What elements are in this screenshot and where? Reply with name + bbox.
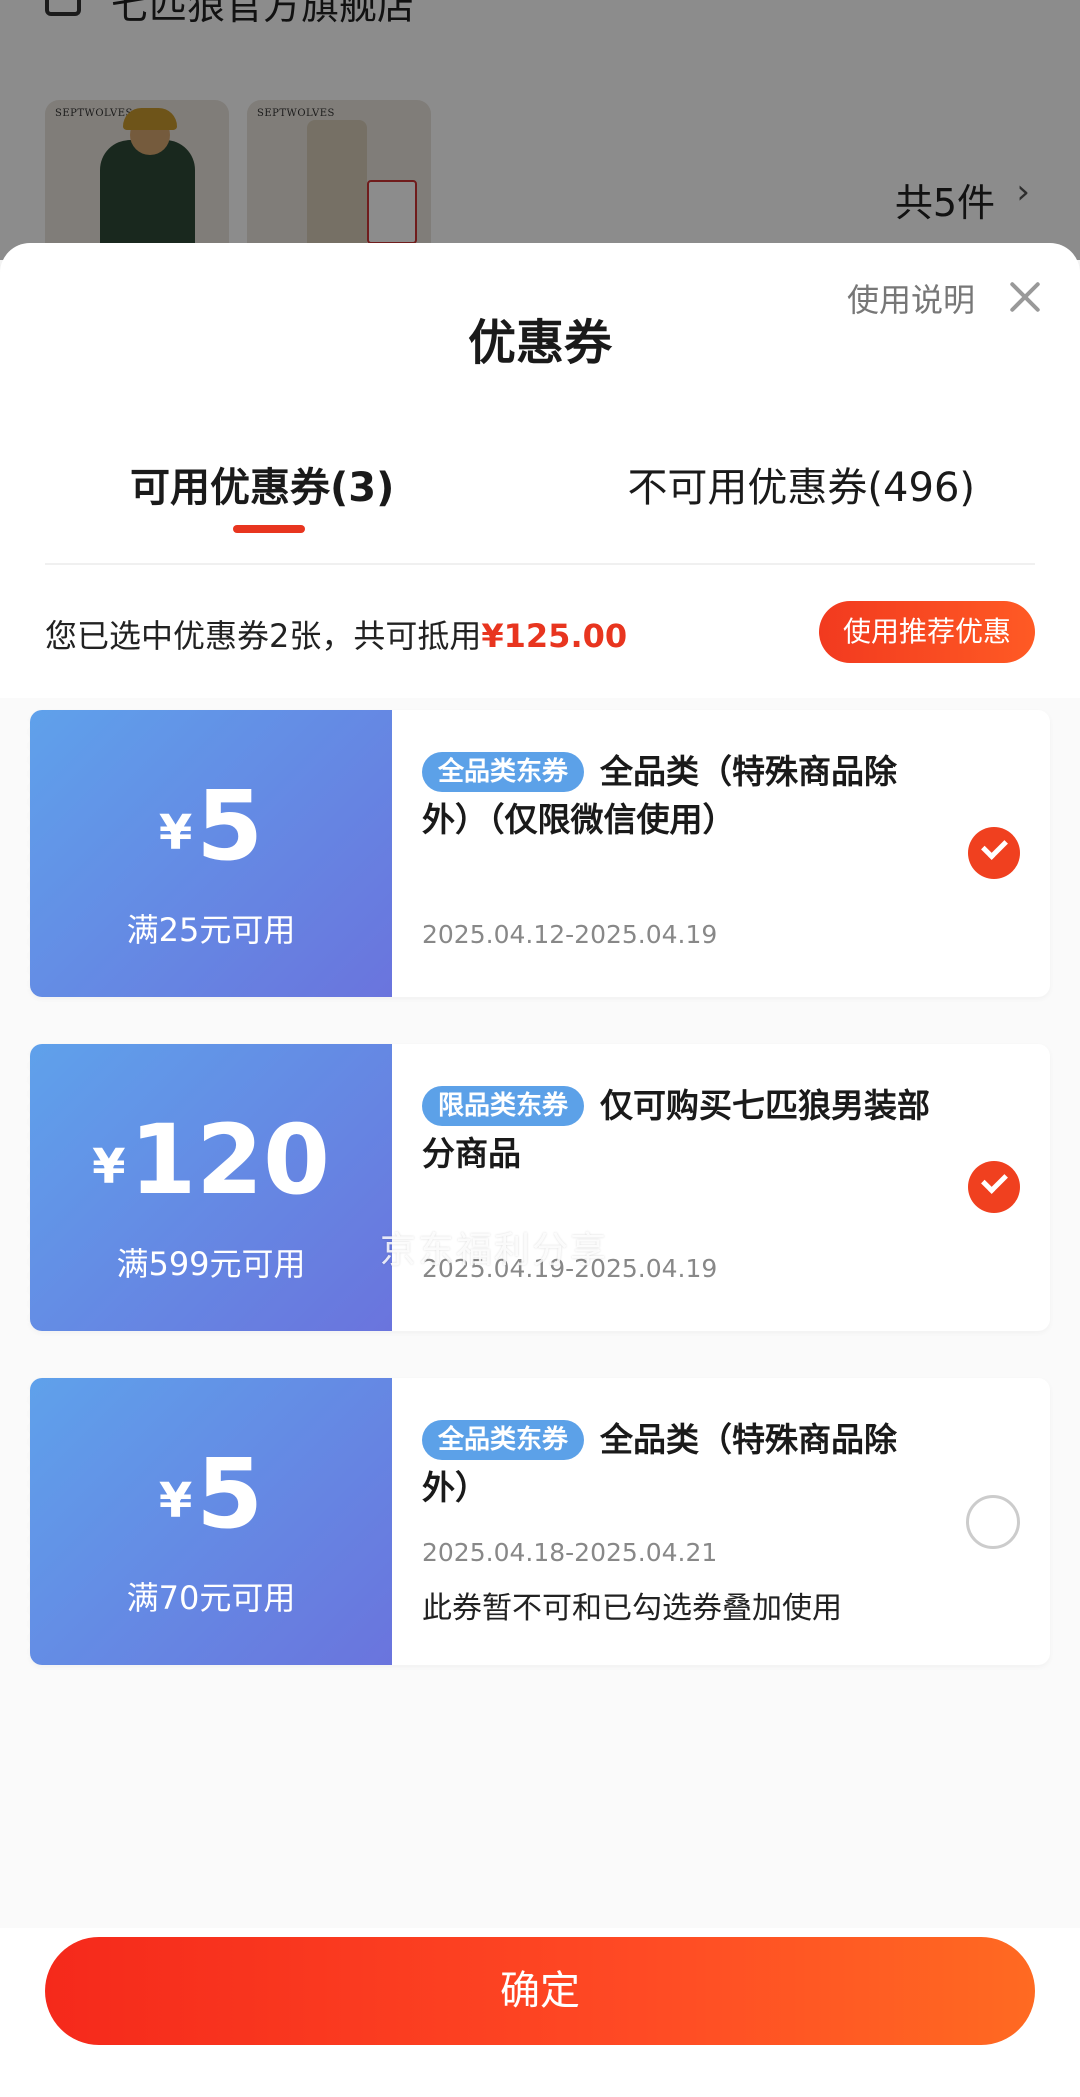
coupon-value-panel: ¥120 满599元可用 — [24, 1044, 392, 1331]
coupon-type-badge: 限品类东券 — [422, 1086, 585, 1126]
coupon-list: ¥5 满25元可用 全品类东券 全品类（特殊商品除外）（仅限微信使用） 2025.… — [0, 698, 1080, 1928]
modal-overlay[interactable] — [0, 0, 1080, 260]
selection-summary: 您已选中优惠券2张，共可抵用¥125.00 — [45, 611, 627, 657]
coupon-value-panel: ¥5 满70元可用 — [24, 1378, 392, 1665]
coupon-amount: 5 — [196, 770, 264, 882]
active-tab-indicator — [233, 525, 305, 533]
coupon-type-badge: 全品类东券 — [422, 752, 585, 792]
check-icon[interactable] — [968, 827, 1020, 879]
tab-divider — [45, 563, 1035, 565]
tab-available-coupons[interactable]: 可用优惠券(3) — [130, 455, 394, 513]
coupon-type-badge: 全品类东券 — [422, 1420, 585, 1460]
check-icon[interactable] — [968, 1161, 1020, 1213]
coupon-value-panel: ¥5 满25元可用 — [24, 710, 392, 997]
close-icon[interactable] — [1005, 277, 1045, 317]
coupon-amount: 120 — [129, 1104, 330, 1216]
confirm-button[interactable]: 确定 — [45, 1937, 1035, 2045]
usage-instructions-link[interactable]: 使用说明 — [847, 275, 975, 321]
coupon-card[interactable]: ¥120 满599元可用 限品类东券 仅可购买七匹狼男装部分商品 2025.04.… — [24, 1044, 1050, 1331]
coupon-card[interactable]: ¥5 满25元可用 全品类东券 全品类（特殊商品除外）（仅限微信使用） 2025.… — [24, 710, 1050, 997]
summary-amount: ¥125.00 — [481, 617, 628, 655]
currency-symbol: ¥ — [158, 805, 193, 861]
coupon-validity-date: 2025.04.12-2025.04.19 — [422, 920, 718, 949]
tab-unavailable-coupons[interactable]: 不可用优惠券(496) — [627, 455, 975, 513]
coupon-stack-note: 此券暂不可和已勾选券叠加使用 — [422, 1591, 842, 1626]
coupon-amount: 5 — [196, 1438, 264, 1550]
coupon-card[interactable]: ¥5 满70元可用 全品类东券 全品类（特殊商品除外） 2025.04.18-20… — [24, 1378, 1050, 1665]
use-recommended-button[interactable]: 使用推荐优惠 — [818, 601, 1035, 663]
currency-symbol: ¥ — [92, 1139, 126, 1195]
coupon-threshold: 满25元可用 — [126, 911, 296, 949]
unchecked-circle-icon[interactable] — [966, 1495, 1020, 1549]
coupon-threshold: 满599元可用 — [116, 1245, 306, 1283]
currency-symbol: ¥ — [158, 1473, 193, 1529]
coupon-sheet: 优惠券 使用说明 可用优惠券(3) 不可用优惠券(496) 您已选中优惠券2张，… — [0, 243, 1080, 2097]
watermark-text: 京东福利分享 — [380, 1230, 609, 1271]
coupon-threshold: 满70元可用 — [126, 1579, 296, 1617]
summary-text: 您已选中优惠券2张，共可抵用 — [45, 617, 482, 655]
coupon-validity-date: 2025.04.18-2025.04.21 — [422, 1538, 718, 1567]
